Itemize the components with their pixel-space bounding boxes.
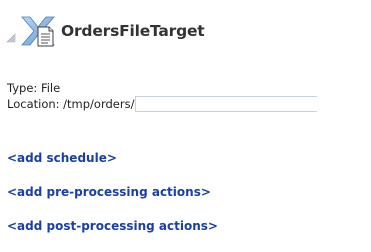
target-name: OrdersFileTarget [61, 22, 205, 40]
type-value: File [40, 81, 61, 95]
location-row: Location: /tmp/orders/ [7, 96, 318, 112]
action-links: <add schedule> <add pre-processing actio… [7, 150, 218, 252]
target-header: OrdersFileTarget [6, 13, 205, 49]
add-pre-processing-link[interactable]: <add pre-processing actions> [7, 184, 218, 200]
location-input[interactable] [135, 96, 318, 112]
target-properties: Type: File Location: /tmp/orders/ [7, 80, 318, 112]
add-post-processing-link[interactable]: <add post-processing actions> [7, 218, 218, 234]
location-label: Location: [7, 97, 60, 111]
add-schedule-link[interactable]: <add schedule> [7, 150, 218, 166]
location-value: /tmp/orders/ [63, 97, 135, 111]
file-target-icon [18, 13, 58, 49]
type-label: Type: [7, 81, 38, 95]
type-row: Type: File [7, 80, 317, 96]
triangle-expanded-icon[interactable] [6, 28, 16, 43]
